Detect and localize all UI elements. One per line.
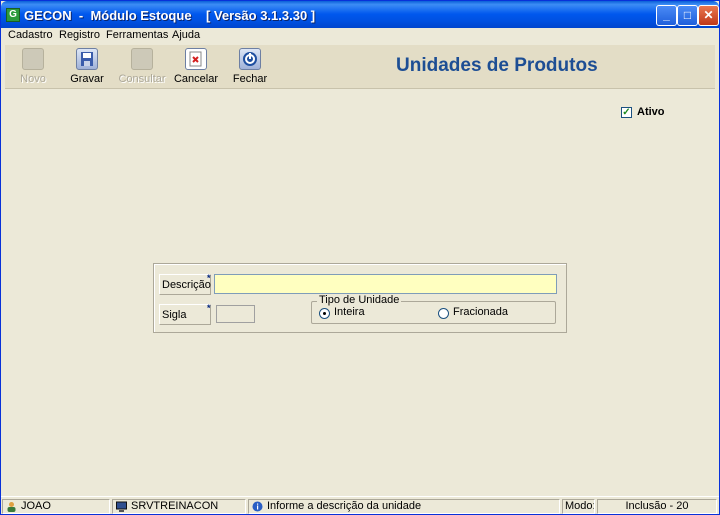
radio-fracionada[interactable] (438, 308, 449, 319)
close-window-button[interactable]: ✕ (698, 5, 719, 26)
new-icon (22, 48, 44, 70)
inteira-label[interactable]: Inteira (334, 306, 365, 318)
maximize-button[interactable]: □ (677, 5, 698, 26)
novo-label: Novo (20, 73, 46, 85)
status-mode-value: Inclusão - 20 (597, 499, 717, 514)
title-bar[interactable]: G GECON - Módulo Estoque [ Versão 3.1.3.… (1, 1, 719, 30)
window-title: GECON - Módulo Estoque [ Versão 3.1.3.30… (24, 8, 316, 23)
radio-inteira[interactable] (319, 308, 330, 319)
status-server-text: SRVTREINACON (131, 500, 219, 512)
consultar-label: Consultar (118, 73, 166, 85)
status-user: JOAO (2, 499, 110, 514)
menu-bar: Cadastro Registro Ferramentas Ajuda (1, 28, 719, 45)
gravar-label: Gravar (70, 73, 104, 85)
consultar-button[interactable]: Consultar (117, 48, 167, 88)
required-marker: * (207, 273, 211, 283)
cancelar-label: Cancelar (173, 73, 219, 85)
info-icon (252, 501, 263, 512)
user-icon (7, 502, 16, 512)
minimize-button[interactable]: _ (656, 5, 677, 26)
sigla-input[interactable] (216, 305, 255, 323)
toolbar: Novo Gravar Consultar Cancelar Fechar (5, 45, 715, 89)
fechar-label: Fechar (232, 73, 268, 85)
required-marker: * (207, 303, 211, 313)
checkbox-checked-icon[interactable]: ✓ (621, 107, 632, 118)
fracionada-label[interactable]: Fracionada (453, 306, 508, 318)
status-bar: JOAO SRVTREINACON Informe a descrição da… (1, 496, 719, 514)
form-title: Unidades de Produtos (396, 55, 598, 76)
novo-button[interactable]: Novo (8, 48, 58, 88)
fechar-button[interactable]: Fechar (225, 48, 275, 88)
ativo-label: Ativo (637, 106, 665, 118)
status-server: SRVTREINACON (112, 499, 246, 514)
search-icon (131, 48, 153, 70)
close-icon (239, 48, 261, 70)
gravar-button[interactable]: Gravar (62, 48, 112, 88)
tipo-unidade-group: Tipo de Unidade Inteira Fracionada (311, 294, 556, 324)
unit-form-panel: Descrição * Sigla * Tipo de Unidade Inte… (153, 263, 567, 333)
app-window: G GECON - Módulo Estoque [ Versão 3.1.3.… (0, 0, 720, 515)
descricao-input[interactable] (214, 274, 557, 294)
sigla-label: Sigla (159, 304, 211, 325)
menu-registro[interactable]: Registro (59, 29, 100, 41)
status-user-text: JOAO (21, 500, 51, 512)
menu-ajuda[interactable]: Ajuda (172, 29, 200, 41)
menu-cadastro[interactable]: Cadastro (8, 29, 53, 41)
save-icon (76, 48, 98, 70)
tipo-unidade-title: Tipo de Unidade (317, 294, 402, 306)
cancelar-button[interactable]: Cancelar (171, 48, 221, 88)
status-hint: Informe a descrição da unidade (248, 499, 560, 514)
status-hint-text: Informe a descrição da unidade (267, 500, 422, 512)
descricao-label: Descrição (159, 274, 211, 295)
app-logo-icon: G (6, 8, 20, 22)
menu-ferramentas[interactable]: Ferramentas (106, 29, 168, 41)
computer-icon (116, 501, 127, 512)
cancel-icon (185, 48, 207, 70)
status-mode-label: Modo: (562, 499, 595, 514)
